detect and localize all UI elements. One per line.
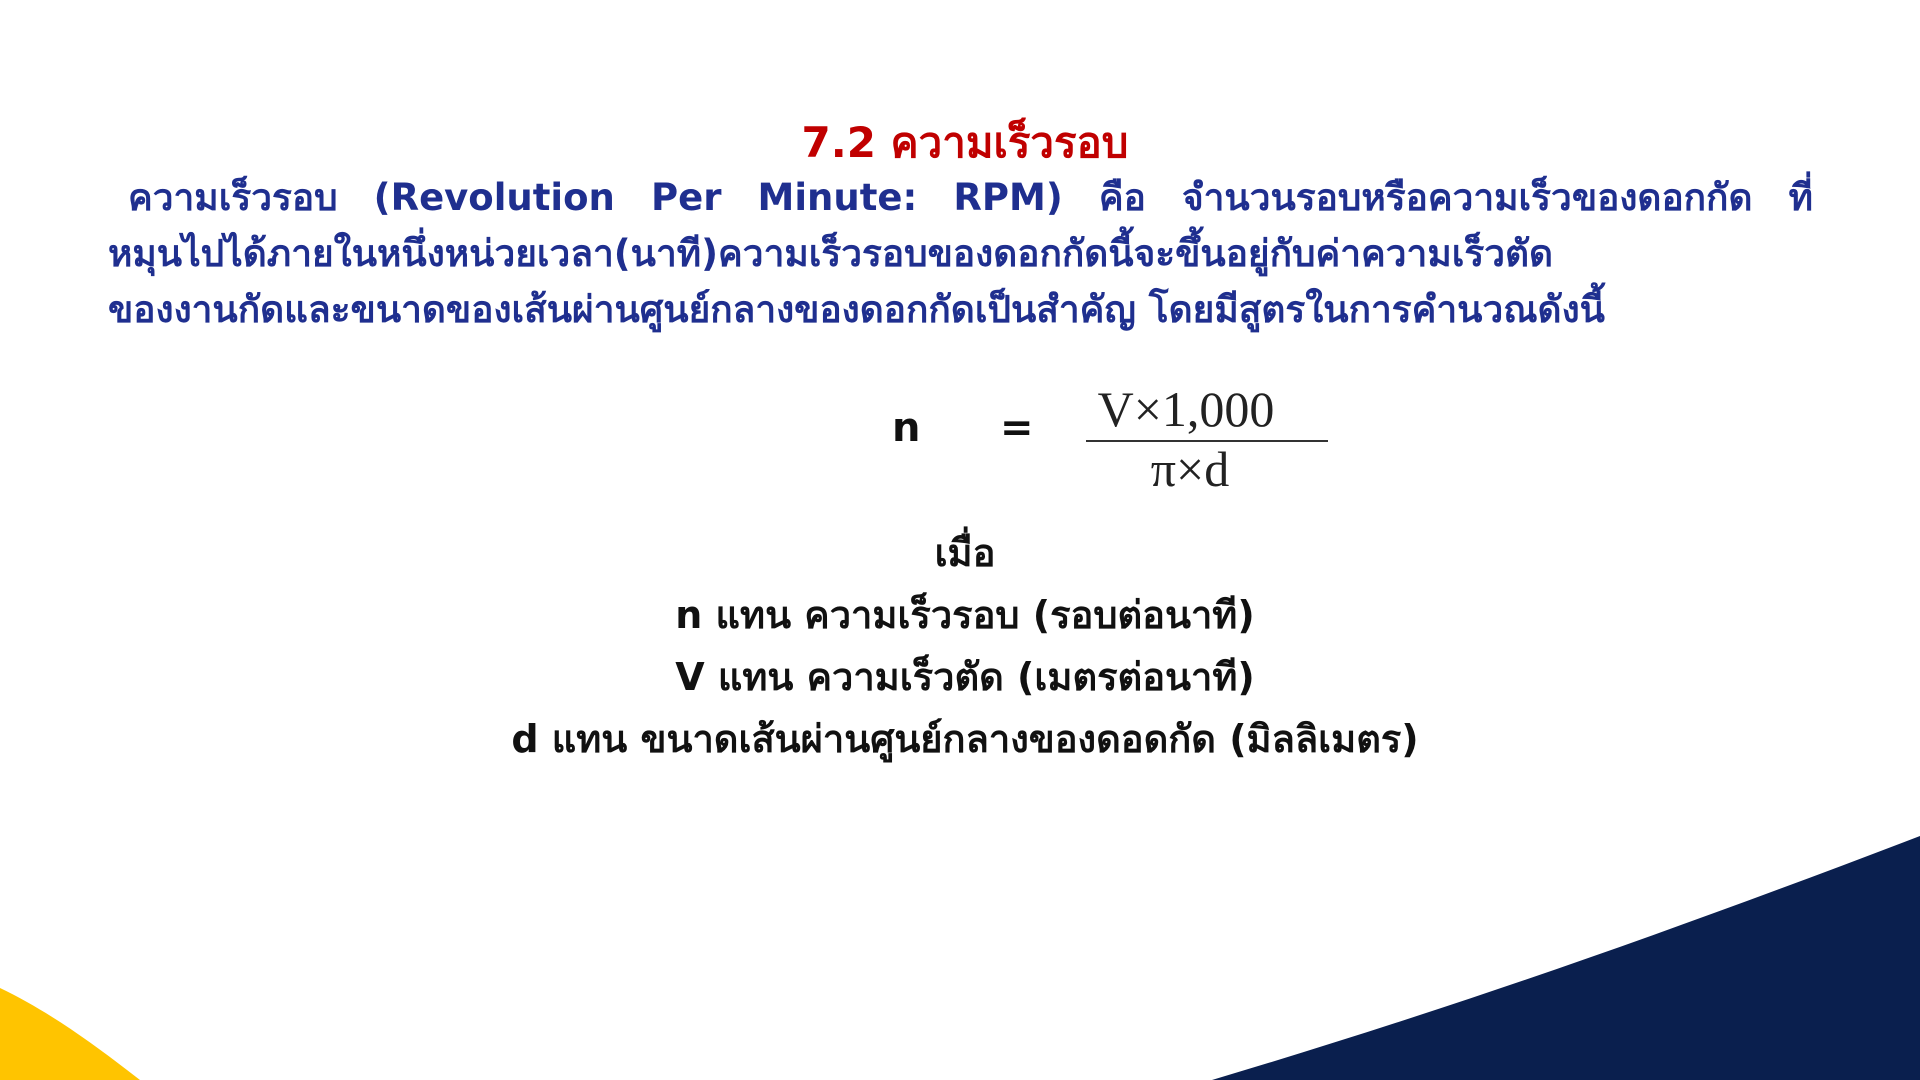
paragraph-line-2: หมุนไปได้ภายในหนึ่งหน่วยเวลา(นาที)ความเร… [108, 232, 1554, 275]
formula-numerator: V×1,000 [1097, 381, 1275, 437]
definition-v: V แทน ความเร็วตัด (เมตรต่อนาที) [675, 655, 1255, 699]
section-title: 7.2 ความเร็วรอบ [801, 118, 1129, 167]
paragraph-line-1: ความเร็วรอบ (Revolution Per Minute: RPM)… [128, 176, 1813, 219]
variable-definitions: เมื่อ n แทน ความเร็วรอบ (รอบต่อนาที) V แ… [0, 522, 1920, 770]
formula-fraction: V×1,000 π×d [1086, 380, 1328, 497]
definition-n: n แทน ความเร็วรอบ (รอบต่อนาที) [675, 593, 1255, 637]
paragraph-line-3: ของงานกัดและขนาดของเส้นผ่านศูนย์กลางของด… [108, 288, 1605, 331]
yellow-corner-wedge [0, 988, 140, 1080]
formula-denominator: π×d [1150, 441, 1230, 497]
formula-equals: = [1000, 405, 1034, 451]
formula-lhs: n [892, 405, 921, 451]
definition-d: d แทน ขนาดเส้นผ่านศูนย์กลางของดอดกัด (มิ… [511, 717, 1419, 761]
navy-corner-wedge [1212, 836, 1920, 1080]
description-paragraph: ความเร็วรอบ (Revolution Per Minute: RPM)… [108, 170, 1813, 338]
definitions-heading: เมื่อ [934, 531, 996, 575]
